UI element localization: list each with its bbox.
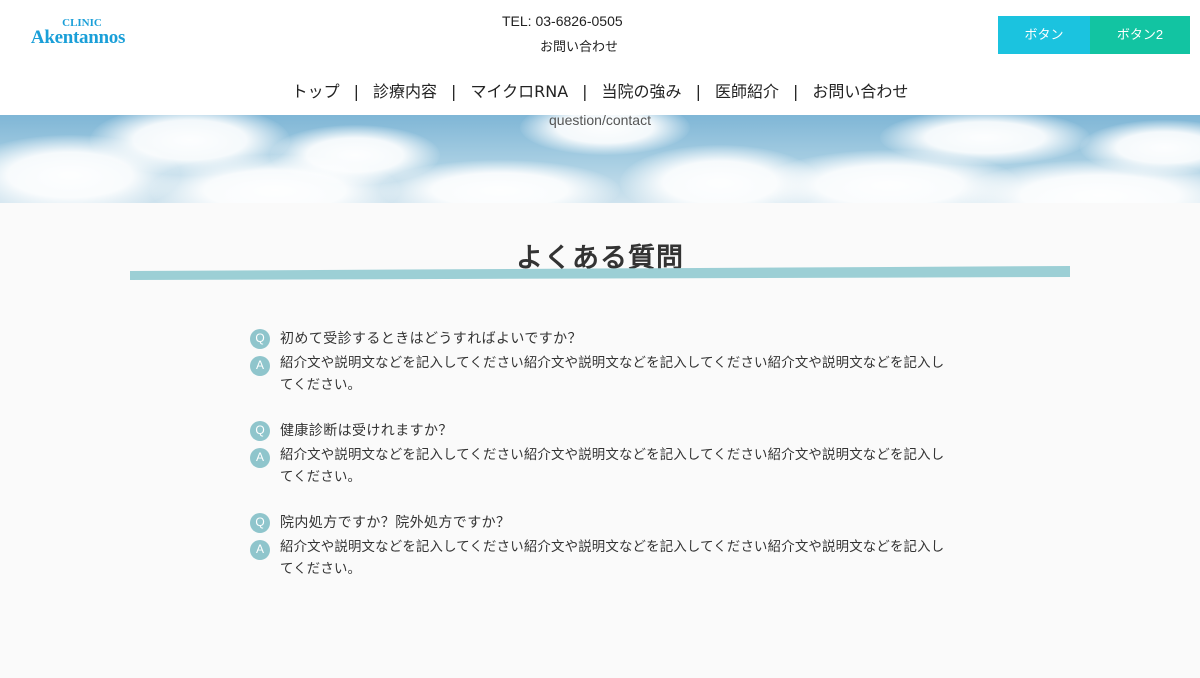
faq-question-row: Q 健康診断は受けれますか？	[250, 420, 950, 442]
faq-question-row: Q 初めて受診するときはどうすればよいですか？	[250, 328, 950, 350]
faq-answer: 紹介文や説明文などを記入してください紹介文や説明文などを記入してください紹介文や…	[280, 356, 945, 393]
header-button-1[interactable]: ボタン	[998, 16, 1090, 54]
q-badge-icon: Q	[250, 421, 270, 441]
faq-question-row: Q 院内処方ですか？院外処方ですか？	[250, 512, 950, 534]
faq-question: 院内処方ですか？院外処方ですか？	[280, 515, 511, 531]
faq-item: Q 初めて受診するときはどうすればよいですか？ A 紹介文や説明文などを記入して…	[250, 328, 950, 393]
nav-separator: |	[695, 82, 701, 101]
logo-main-text: Akentannos	[30, 27, 126, 48]
nav-item-top[interactable]: トップ	[292, 78, 340, 102]
faq-answer: 紹介文や説明文などを記入してください紹介文や説明文などを記入してください紹介文や…	[280, 540, 945, 577]
clinic-logo[interactable]: CLINIC Akentannos	[22, 18, 134, 48]
nav-item-doctors[interactable]: 医師紹介	[715, 78, 779, 102]
phone-number[interactable]: TEL: 03-6826-0505	[502, 13, 623, 29]
header-button-2[interactable]: ボタン2	[1090, 16, 1190, 54]
site-header: CLINIC Akentannos TEL: 03-6826-0505 お問い合…	[0, 0, 1200, 115]
a-badge-icon: A	[250, 448, 270, 468]
main-nav: トップ | 診療内容 | マイクロRNA | 当院の強み | 医師紹介 | お問い合わせ	[0, 78, 1200, 102]
nav-item-strengths[interactable]: 当院の強み	[602, 78, 682, 102]
hero-sky-banner	[0, 115, 1200, 203]
nav-separator: |	[353, 82, 360, 101]
nav-item-contact[interactable]: お問い合わせ	[812, 78, 908, 102]
q-badge-icon: Q	[250, 513, 270, 533]
faq-question: 初めて受診するときはどうすればよいですか？	[280, 331, 582, 347]
faq-answer: 紹介文や説明文などを記入してください紹介文や説明文などを記入してください紹介文や…	[280, 448, 945, 485]
nav-item-microrna[interactable]: マイクロRNA	[470, 78, 568, 102]
faq-item: Q 院内処方ですか？院外処方ですか？ A 紹介文や説明文などを記入してください紹…	[250, 512, 950, 577]
contact-link[interactable]: お問い合わせ	[540, 36, 618, 55]
nav-item-services[interactable]: 診療内容	[373, 78, 437, 102]
q-badge-icon: Q	[250, 329, 270, 349]
nav-separator: |	[582, 82, 588, 101]
faq-item: Q 健康診断は受けれますか？ A 紹介文や説明文などを記入してください紹介文や説…	[250, 420, 950, 485]
hero-subtitle: question/contact	[549, 112, 651, 128]
title-underline	[130, 266, 1070, 280]
nav-separator: |	[451, 82, 457, 101]
a-badge-icon: A	[250, 540, 270, 560]
nav-separator: |	[792, 82, 799, 101]
a-badge-icon: A	[250, 356, 270, 376]
faq-question: 健康診断は受けれますか？	[280, 423, 453, 439]
